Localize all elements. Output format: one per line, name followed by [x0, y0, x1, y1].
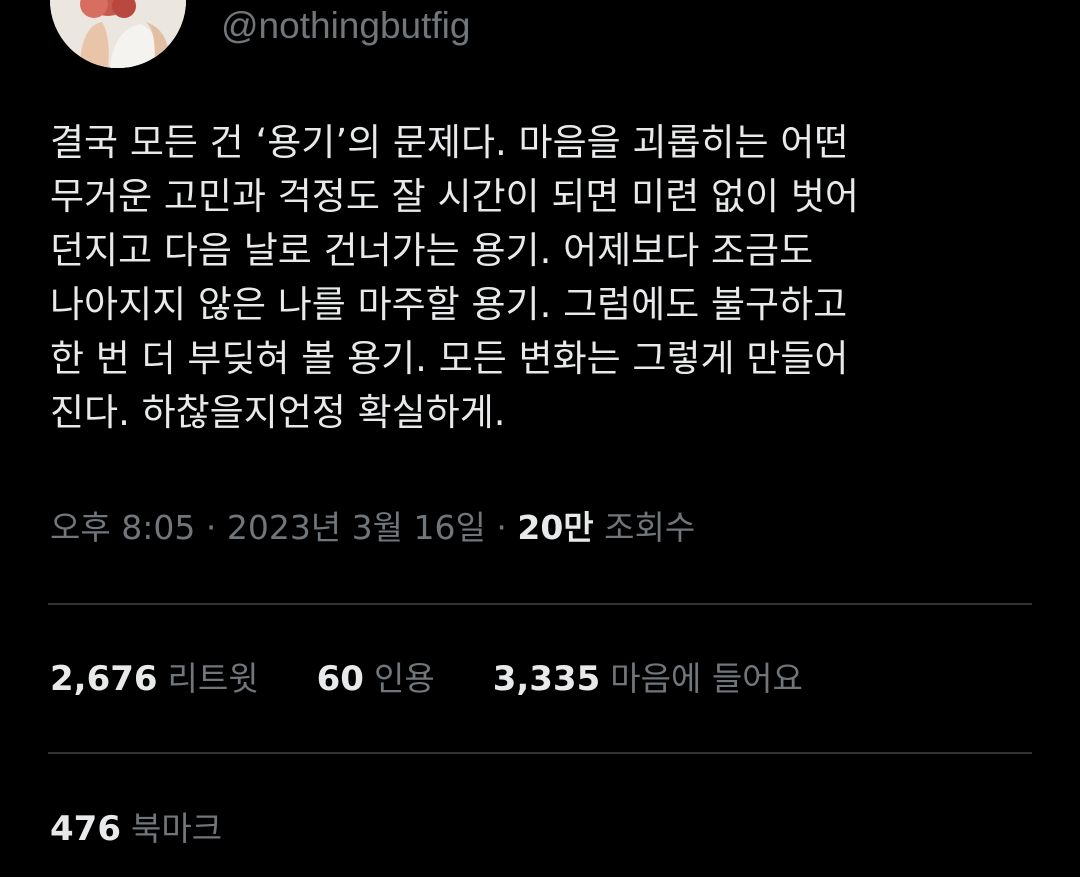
tweet-time[interactable]: 오후 8:05 [50, 508, 195, 547]
views-label: 조회수 [604, 508, 696, 547]
likes-label: 마음에 들어요 [610, 659, 803, 698]
tweet-text: 결국 모든 건 ‘용기’의 문제다. 마음을 괴롭히는 어떤 무거운 고민과 걱… [50, 116, 1040, 440]
tweet-text-line: 진다. 하찮을지언정 확실하게. [50, 391, 506, 434]
tweet-meta: 오후 8:05 · 2023년 3월 16일 · 20만 조회수 [50, 506, 695, 550]
meta-separator: · [205, 508, 217, 547]
quotes-count: 60 [316, 659, 364, 699]
tweet-text-line: 결국 모든 건 ‘용기’의 문제다. 마음을 괴롭히는 어떤 [50, 121, 849, 164]
meta-separator: · [496, 508, 507, 547]
bookmarks-count: 476 [50, 809, 121, 849]
divider [48, 752, 1032, 754]
likes-count: 3,335 [492, 659, 601, 699]
quotes-label: 인용 [373, 659, 435, 698]
bookmarks-label: 북마크 [130, 809, 223, 848]
tweet-text-line: 던지고 다음 날로 건너가는 용기. 어제보다 조금도 [50, 229, 814, 272]
quotes-stat[interactable]: 60 인용 [317, 656, 435, 702]
retweets-stat[interactable]: 2,676 리트윗 [50, 656, 259, 702]
tweet-text-line: 무거운 고민과 걱정도 잘 시간이 되면 미련 없이 벗어 [50, 175, 859, 218]
avatar[interactable] [50, 0, 186, 68]
tweet-text-line: 한 번 더 부딪혀 볼 용기. 모든 변화는 그렇게 만들어 [50, 337, 849, 380]
likes-stat[interactable]: 3,335 마음에 들어요 [493, 656, 803, 702]
tweet-date[interactable]: 2023년 3월 16일 [227, 508, 486, 547]
author-handle[interactable]: @nothingbutfig [221, 4, 470, 48]
engagement-stats: 2,676 리트윗 60 인용 3,335 마음에 들어요 [50, 656, 861, 702]
avatar-image [50, 0, 186, 68]
retweets-label: 리트윗 [167, 659, 259, 698]
bookmarks-stat[interactable]: 476 북마크 [50, 806, 222, 852]
views-count: 20만 [517, 508, 594, 547]
retweets-count: 2,676 [50, 659, 158, 699]
tweet-text-line: 나아지지 않은 나를 마주할 용기. 그럼에도 불구하고 [50, 283, 848, 326]
divider [48, 603, 1032, 605]
